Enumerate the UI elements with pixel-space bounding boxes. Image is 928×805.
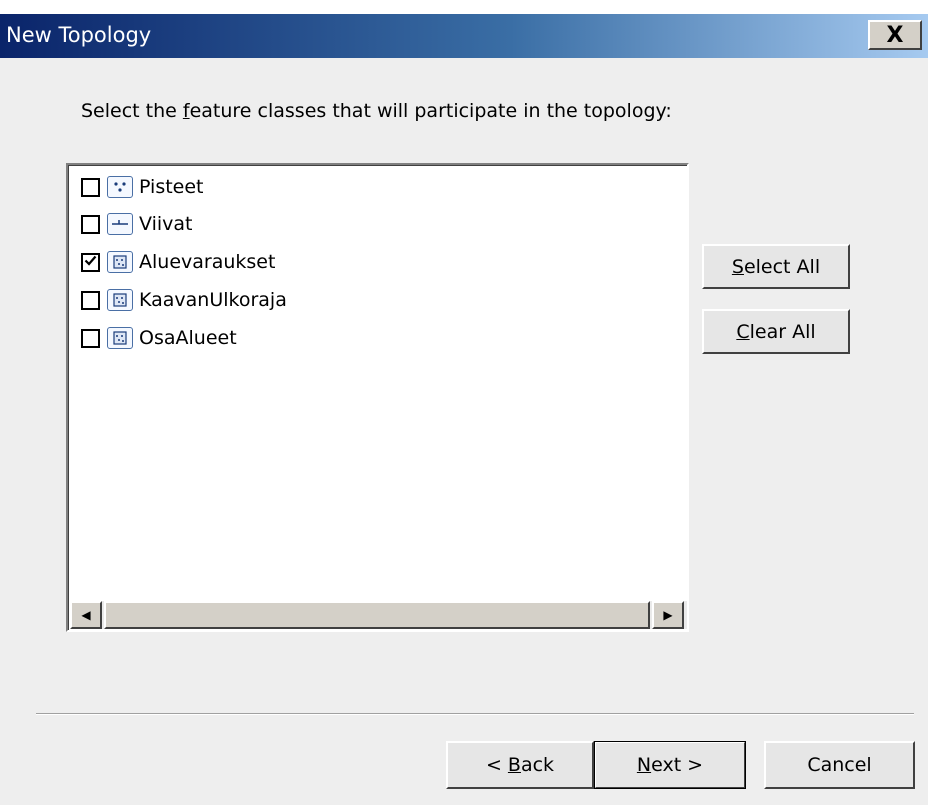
scrollbar-thumb[interactable] bbox=[104, 601, 650, 629]
select-all-button[interactable]: Select All bbox=[702, 244, 850, 289]
close-button[interactable]: X bbox=[868, 20, 922, 50]
polygon-feature-icon bbox=[107, 327, 133, 349]
top-strip bbox=[0, 0, 928, 14]
new-topology-dialog: New Topology X Select the feature classe… bbox=[0, 0, 928, 805]
instruction-text: Select the feature classes that will par… bbox=[81, 100, 672, 122]
arrow-right-icon: ▶ bbox=[663, 608, 673, 622]
list-item-label: OsaAlueet bbox=[139, 327, 237, 349]
list-item-label: Aluevaraukset bbox=[139, 251, 276, 273]
list-item-label: KaavanUlkoraja bbox=[139, 289, 287, 311]
next-button[interactable]: Next > bbox=[594, 741, 746, 789]
checkbox-pisteet[interactable] bbox=[81, 177, 100, 197]
checkbox-kaavanulkoraja[interactable] bbox=[81, 290, 100, 310]
scroll-left-button[interactable]: ◀ bbox=[70, 601, 102, 629]
checkbox-osaalueet[interactable] bbox=[81, 328, 100, 348]
back-button[interactable]: < Back bbox=[446, 741, 594, 789]
cancel-button[interactable]: Cancel bbox=[764, 741, 915, 789]
arrow-left-icon: ◀ bbox=[81, 608, 91, 622]
dialog-title: New Topology bbox=[6, 23, 152, 47]
clear-all-button[interactable]: Clear All bbox=[702, 309, 850, 354]
polygon-feature-icon bbox=[107, 251, 133, 273]
list-item-pisteet[interactable]: Pisteet bbox=[81, 172, 204, 202]
check-mark-icon bbox=[84, 254, 97, 271]
line-feature-icon bbox=[107, 213, 133, 235]
list-item-label: Pisteet bbox=[139, 176, 204, 198]
list-item-viivat[interactable]: Viivat bbox=[81, 209, 192, 239]
polygon-feature-icon bbox=[107, 289, 133, 311]
title-bar[interactable]: New Topology X bbox=[0, 14, 928, 58]
list-item-aluevaraukset[interactable]: Aluevaraukset bbox=[81, 247, 275, 277]
list-item-kaavanulkoraja[interactable]: KaavanUlkoraja bbox=[81, 285, 287, 315]
separator-line bbox=[36, 713, 914, 715]
scroll-right-button[interactable]: ▶ bbox=[652, 601, 684, 629]
close-icon: X bbox=[886, 22, 904, 48]
list-item-label: Viivat bbox=[139, 213, 193, 235]
point-feature-icon bbox=[107, 176, 133, 198]
feature-class-list[interactable]: Pisteet Viivat Aluevaraukset KaavanUlkor… bbox=[66, 163, 689, 632]
list-item-osaalueet[interactable]: OsaAlueet bbox=[81, 323, 237, 353]
checkbox-aluevaraukset[interactable] bbox=[81, 252, 100, 272]
horizontal-scrollbar[interactable]: ◀ ▶ bbox=[70, 601, 687, 629]
feature-class-list-inner: Pisteet Viivat Aluevaraukset KaavanUlkor… bbox=[68, 165, 687, 630]
checkbox-viivat[interactable] bbox=[81, 214, 100, 234]
